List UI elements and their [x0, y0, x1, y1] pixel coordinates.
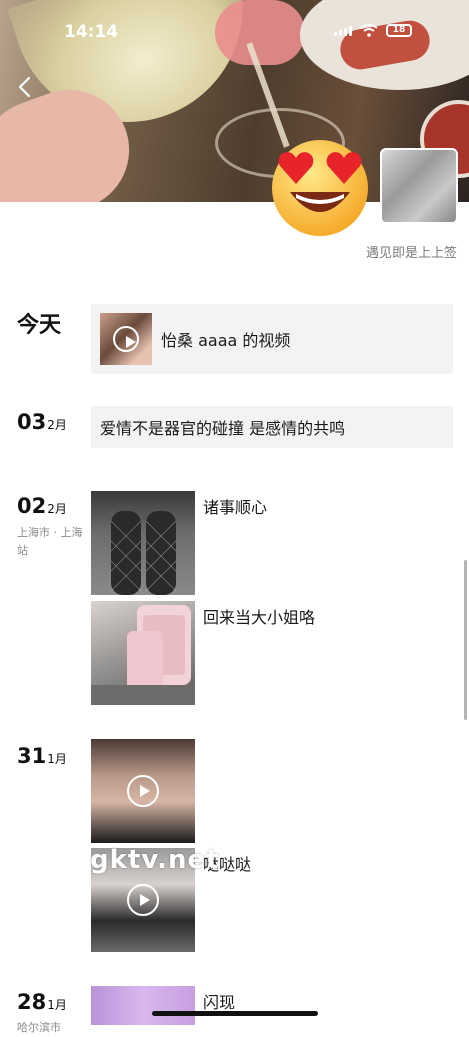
- jan28-post-1-text: 闪现: [203, 993, 236, 1012]
- date-feb03: 032月: [17, 410, 67, 434]
- play-icon: [127, 884, 159, 916]
- today-video-card[interactable]: 怡桑 aaaa 的视频: [91, 304, 453, 374]
- luggage-image: [91, 605, 195, 705]
- date-feb02: 022月: [17, 494, 67, 518]
- wifi-icon: [360, 24, 378, 37]
- jan31-video-1[interactable]: [91, 739, 195, 843]
- status-time: 14:14: [64, 22, 119, 42]
- jan28-location: 哈尔滨市: [17, 1021, 61, 1034]
- status-icons: 18: [334, 24, 412, 37]
- today-video-text: 怡桑 aaaa 的视频: [161, 331, 291, 350]
- date-today: 今天: [17, 313, 62, 338]
- feb03-post-text: 爱情不是器官的碰撞 是感情的共鸣: [100, 419, 346, 438]
- feb02-post-2-text: 回来当大小姐咯: [203, 608, 316, 627]
- battery-icon: 18: [386, 24, 412, 37]
- feb02-location: 上海市 · 上海站: [17, 526, 83, 557]
- heart-eyes-emoji-icon: [272, 140, 368, 236]
- scrollbar[interactable]: [464, 560, 467, 720]
- feb02-photo-2[interactable]: [91, 601, 195, 705]
- cover-flower: [215, 0, 305, 65]
- home-indicator[interactable]: [152, 1011, 318, 1016]
- today-video-thumbnail: [100, 313, 152, 365]
- date-jan28: 281月: [17, 990, 67, 1014]
- chevron-left-icon[interactable]: [12, 74, 38, 100]
- profile-signature: 遇见即是上上签: [365, 246, 457, 261]
- play-icon: [113, 326, 139, 352]
- jan28-video-1[interactable]: [91, 986, 195, 1025]
- signal-icon: [334, 25, 352, 36]
- feb03-text-post[interactable]: 爱情不是器官的碰撞 是感情的共鸣: [91, 406, 453, 448]
- watermark: gktv.net: [90, 845, 220, 875]
- avatar[interactable]: [380, 148, 458, 224]
- date-jan31: 311月: [17, 744, 67, 768]
- play-icon: [127, 775, 159, 807]
- fishnet-legs-image: [110, 511, 177, 595]
- feb02-post-1-text: 诸事顺心: [203, 498, 268, 517]
- feb02-photo-1[interactable]: [91, 491, 195, 595]
